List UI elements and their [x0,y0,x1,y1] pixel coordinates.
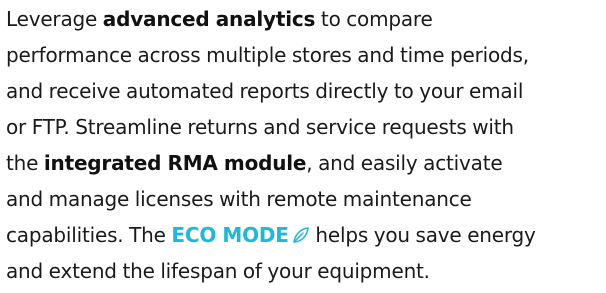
text-segment: , and easily activate [306,151,503,175]
paragraph-line-4: or FTP. Streamline returns and service r… [6,115,514,139]
leaf-icon [292,219,310,243]
advanced-analytics-highlight: advanced analytics [102,7,316,31]
paragraph-line-5: the integrated RMA module, and easily ac… [6,145,604,181]
paragraph-line-6: and manage licenses with remote maintena… [6,187,472,211]
paragraph-line-3: and receive automated reports directly t… [6,79,524,103]
text-segment: to compare [315,7,433,31]
text-segment: capabilities. The [6,223,172,247]
eco-mode-highlight: ECO MODE [171,223,289,247]
rma-module-highlight: integrated RMA module [43,151,307,175]
text-segment: the [6,151,44,175]
paragraph-line-1: Leverage advanced analytics to compare [6,1,604,37]
paragraph-line-8: and extend the lifespan of your equipmen… [6,259,430,283]
feature-paragraph: Leverage advanced analytics to compare p… [6,1,604,289]
paragraph-line-7: capabilities. The ECO MODE helps you sav… [6,217,604,253]
paragraph-line-2: performance across multiple stores and t… [6,43,529,67]
text-segment: Leverage [6,7,103,31]
text-segment: helps you save energy [309,223,536,247]
